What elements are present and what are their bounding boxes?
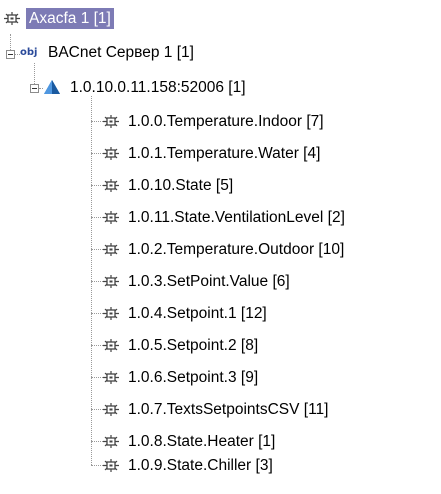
tree-node-point[interactable]: 1.0.9.State.Chiller [3] bbox=[103, 453, 276, 477]
tree-node-label: 1.0.2.Temperature.Outdoor [10] bbox=[128, 240, 345, 258]
sensor-chip-icon bbox=[103, 242, 119, 256]
sensor-chip-icon bbox=[4, 11, 20, 25]
tree-guide-line bbox=[91, 153, 103, 154]
tree-node-label: 1.0.3.SetPoint.Value [6] bbox=[128, 272, 290, 290]
tree-node-point[interactable]: 1.0.1.Temperature.Water [4] bbox=[103, 141, 323, 165]
collapse-toggle-device[interactable] bbox=[30, 84, 39, 93]
obj-icon: obj bbox=[20, 46, 38, 58]
tree-node-point[interactable]: 1.0.6.Setpoint.3 [9] bbox=[103, 365, 261, 389]
tree-guide-line bbox=[91, 441, 103, 442]
blue-pyramid-icon bbox=[43, 79, 61, 95]
tree-node-root[interactable]: Axacfa 1 [1] bbox=[4, 6, 114, 30]
sensor-chip-icon bbox=[103, 274, 119, 288]
tree-node-label: 1.0.8.State.Heater [1] bbox=[128, 432, 276, 450]
tree-node-label: Axacfa 1 [1] bbox=[26, 7, 114, 29]
tree-node-server[interactable]: obj BACnet Сервер 1 [1] bbox=[20, 40, 197, 64]
tree-node-label: 1.0.6.Setpoint.3 [9] bbox=[128, 368, 259, 386]
tree-node-point[interactable]: 1.0.7.TextsSetpointsCSV [11] bbox=[103, 397, 331, 421]
tree-guide-line bbox=[91, 409, 103, 410]
tree-node-point[interactable]: 1.0.8.State.Heater [1] bbox=[103, 429, 278, 453]
tree-guide-line bbox=[91, 465, 103, 466]
sensor-chip-icon bbox=[103, 210, 119, 224]
tree-node-label: 1.0.9.State.Chiller [3] bbox=[128, 456, 273, 474]
sensor-chip-icon bbox=[103, 306, 119, 320]
tree-node-point[interactable]: 1.0.10.State [5] bbox=[103, 173, 236, 197]
tree-node-point[interactable]: 1.0.11.State.VentilationLevel [2] bbox=[103, 205, 348, 229]
tree-node-point[interactable]: 1.0.3.SetPoint.Value [6] bbox=[103, 269, 293, 293]
object-tree: Axacfa 1 [1] obj BACnet Сервер 1 [1] 1.0… bbox=[0, 0, 441, 494]
tree-node-label: 1.0.11.State.VentilationLevel [2] bbox=[128, 208, 345, 226]
sensor-chip-icon bbox=[103, 458, 119, 472]
sensor-chip-icon bbox=[103, 178, 119, 192]
tree-node-point[interactable]: 1.0.0.Temperature.Indoor [7] bbox=[103, 109, 327, 133]
sensor-chip-icon bbox=[103, 146, 119, 160]
tree-node-label: 1.0.0.Temperature.Indoor [7] bbox=[128, 112, 324, 130]
tree-node-label: BACnet Сервер 1 [1] bbox=[48, 43, 194, 61]
tree-node-point[interactable]: 1.0.4.Setpoint.1 [12] bbox=[103, 301, 270, 325]
tree-node-device[interactable]: 1.0.10.0.11.158:52006 [1] bbox=[43, 75, 249, 99]
tree-node-label: 1.0.10.State [5] bbox=[128, 176, 234, 194]
tree-guide-line bbox=[91, 377, 103, 378]
tree-guide-line bbox=[91, 313, 103, 314]
collapse-toggle-server[interactable] bbox=[6, 50, 15, 59]
tree-node-point[interactable]: 1.0.5.Setpoint.2 [8] bbox=[103, 333, 261, 357]
tree-guide-line bbox=[91, 217, 103, 218]
tree-guide-line bbox=[91, 281, 103, 282]
tree-node-label: 1.0.10.0.11.158:52006 [1] bbox=[70, 78, 246, 96]
tree-node-label: 1.0.1.Temperature.Water [4] bbox=[128, 144, 321, 162]
tree-guide-line bbox=[91, 121, 103, 122]
tree-guide-line bbox=[91, 249, 103, 250]
tree-node-label: 1.0.4.Setpoint.1 [12] bbox=[128, 304, 267, 322]
sensor-chip-icon bbox=[103, 370, 119, 384]
tree-node-label: 1.0.7.TextsSetpointsCSV [11] bbox=[128, 400, 329, 418]
tree-node-label: 1.0.5.Setpoint.2 [8] bbox=[128, 336, 259, 354]
sensor-chip-icon bbox=[103, 338, 119, 352]
sensor-chip-icon bbox=[103, 114, 119, 128]
sensor-chip-icon bbox=[103, 402, 119, 416]
tree-node-point[interactable]: 1.0.2.Temperature.Outdoor [10] bbox=[103, 237, 347, 261]
tree-guide-line bbox=[91, 185, 103, 186]
sensor-chip-icon bbox=[103, 434, 119, 448]
tree-guide-line bbox=[91, 345, 103, 346]
